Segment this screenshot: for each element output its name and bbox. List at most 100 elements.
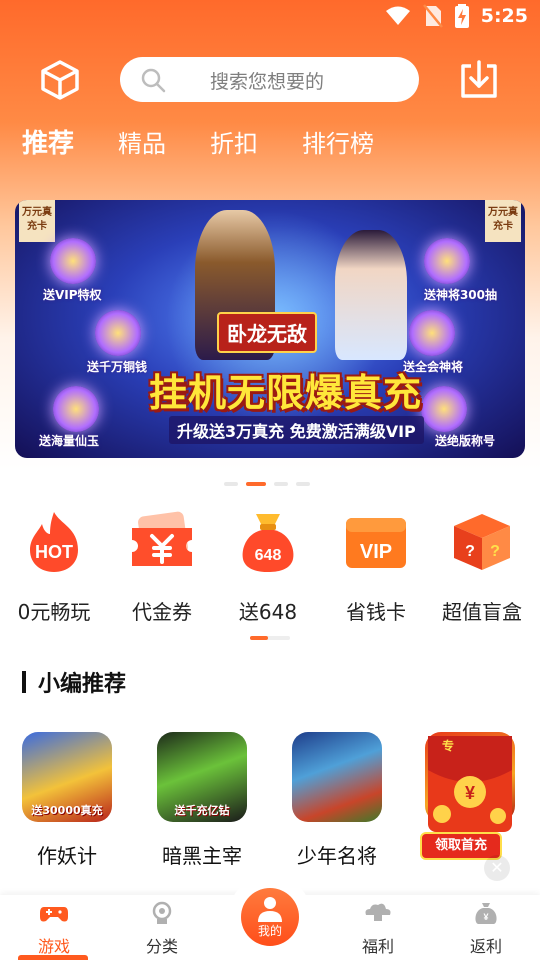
vip-card-icon: VIP bbox=[344, 510, 408, 574]
hero-badge-icon bbox=[409, 310, 455, 356]
svg-text:648: 648 bbox=[255, 547, 282, 564]
battery-charging-icon bbox=[454, 4, 469, 28]
scroll-indicator-thumb bbox=[250, 636, 268, 640]
banner-logo: 卧龙无敌 bbox=[217, 312, 317, 353]
red-envelope-icon: ¥ 专 bbox=[428, 736, 512, 832]
quick-entry-saving-card[interactable]: VIP 省钱卡 bbox=[326, 510, 426, 625]
nav-item-welfare[interactable]: 福利 bbox=[338, 901, 418, 957]
pager-dot-active[interactable] bbox=[246, 482, 266, 486]
svg-text:¥: ¥ bbox=[465, 783, 475, 803]
section-title-bar bbox=[22, 671, 26, 693]
quick-entry-label: 0元畅玩 bbox=[17, 600, 91, 624]
quick-entry-row: HOT 0元畅玩 代金券 648 送648 VIP 省钱卡 ? ? 超值盲盒 bbox=[0, 510, 540, 624]
banner-corner-tag-right: 万元真充卡 bbox=[485, 200, 521, 242]
svg-text:¥: ¥ bbox=[483, 912, 488, 922]
search-placeholder: 搜索您想要的 bbox=[210, 71, 325, 93]
banner-left-label-1: 送VIP特权 bbox=[43, 288, 102, 302]
nav-item-mine[interactable]: 我的 bbox=[228, 875, 312, 959]
first-charge-float-ad[interactable]: ¥ 专 领取首充 bbox=[412, 730, 522, 860]
bottom-navigation: 游戏 分类 我的 福利 ¥ 返利 bbox=[0, 875, 540, 960]
banner-main-title: 挂机无限爆真充 bbox=[149, 371, 423, 415]
game-thumbnail-caption: 送30000真充 bbox=[31, 804, 103, 817]
status-icons: 5:25 bbox=[385, 4, 528, 28]
tab-discount[interactable]: 折扣 bbox=[210, 126, 258, 162]
game-thumbnail: 送30000真充 bbox=[22, 732, 112, 822]
banner-right-label-3: 送绝版称号 bbox=[434, 434, 495, 448]
mine-button-circle: 我的 bbox=[241, 888, 299, 946]
nav-label: 游戏 bbox=[37, 937, 70, 956]
svg-text:VIP: VIP bbox=[360, 541, 392, 563]
game-name: 少年名将 bbox=[297, 844, 377, 868]
game-card[interactable]: 少年名将 bbox=[277, 732, 397, 869]
nav-item-rebate[interactable]: ¥ 返利 bbox=[446, 901, 526, 957]
download-manager-button[interactable] bbox=[457, 58, 501, 102]
nav-label: 分类 bbox=[145, 937, 178, 956]
general-badge-icon bbox=[424, 238, 470, 284]
hot-flame-icon: HOT bbox=[22, 510, 86, 574]
promo-banner[interactable]: 万元真充卡 万元真充卡 送VIP特权 送千万铜钱 送海量仙玉 送神将300抽 送… bbox=[15, 200, 525, 458]
quick-entry-coupon[interactable]: 代金券 bbox=[112, 510, 212, 625]
quick-entry-label: 代金券 bbox=[132, 600, 192, 624]
game-name: 暗黑主宰 bbox=[162, 844, 242, 868]
tab-recommend[interactable]: 推荐 bbox=[22, 126, 74, 162]
search-icon bbox=[141, 68, 166, 93]
game-thumbnail-caption: 送千充亿钻 bbox=[174, 804, 230, 817]
pager-dot[interactable] bbox=[224, 482, 238, 486]
pager-dot[interactable] bbox=[296, 482, 310, 486]
active-tab-accent bbox=[18, 955, 88, 960]
nav-label: 我的 bbox=[257, 924, 282, 938]
quick-entry-label: 送648 bbox=[238, 600, 298, 624]
coupon-icon bbox=[130, 510, 194, 574]
tab-ranking[interactable]: 排行榜 bbox=[302, 126, 374, 162]
no-sim-icon bbox=[422, 4, 443, 28]
quick-entry-label: 超值盲盒 bbox=[442, 600, 522, 624]
coin-badge-icon bbox=[95, 310, 141, 356]
banner-pager bbox=[224, 482, 310, 486]
jade-badge-icon bbox=[53, 386, 99, 432]
cube-icon bbox=[41, 60, 79, 100]
user-icon bbox=[258, 897, 282, 922]
nav-label: 返利 bbox=[469, 937, 502, 956]
quick-entry-free-play[interactable]: HOT 0元畅玩 bbox=[4, 510, 104, 625]
banner-left-label-2: 送千万铜钱 bbox=[87, 360, 148, 374]
banner-corner-tag-left: 万元真充卡 bbox=[19, 200, 55, 242]
mystery-box-icon: ? ? bbox=[450, 510, 514, 574]
category-icon bbox=[152, 901, 172, 924]
status-bar: 5:25 bbox=[0, 0, 540, 36]
svg-text:?: ? bbox=[490, 543, 500, 560]
game-thumbnail: 送千充亿钻 bbox=[157, 732, 247, 822]
game-thumbnail bbox=[292, 732, 382, 822]
top-tabs: 推荐 精品 折扣 排行榜 bbox=[22, 126, 418, 162]
svg-text:?: ? bbox=[465, 543, 475, 560]
title-badge-icon bbox=[421, 386, 467, 432]
banner-subtitle: 升级送3万真充 免费激活满级VIP bbox=[169, 416, 424, 444]
banner-right-label-1: 送神将300抽 bbox=[423, 288, 497, 302]
search-input[interactable]: 搜索您想要的 bbox=[120, 57, 419, 102]
nav-label: 福利 bbox=[361, 937, 394, 956]
svg-text:专: 专 bbox=[442, 738, 454, 753]
game-card[interactable]: 送千充亿钻 暗黑主宰 bbox=[142, 732, 262, 869]
quick-entry-648[interactable]: 648 送648 bbox=[218, 510, 318, 625]
section-header: 小编推荐 bbox=[22, 666, 126, 698]
tab-premium[interactable]: 精品 bbox=[118, 126, 166, 162]
quick-entry-scroll-indicator bbox=[250, 636, 290, 640]
money-bag-nav-icon: ¥ bbox=[475, 903, 497, 924]
download-icon bbox=[461, 60, 497, 98]
nav-item-games[interactable]: 游戏 bbox=[14, 901, 94, 957]
banner-left-label-3: 送海量仙玉 bbox=[39, 434, 100, 448]
svg-text:HOT: HOT bbox=[35, 542, 73, 562]
nav-item-categories[interactable]: 分类 bbox=[122, 901, 202, 957]
gift-cloud-icon bbox=[365, 903, 391, 921]
game-card[interactable]: 送30000真充 作妖计 bbox=[7, 732, 127, 869]
close-ad-button[interactable]: ✕ bbox=[484, 855, 510, 881]
quick-entry-mystery-box[interactable]: ? ? 超值盲盒 bbox=[432, 510, 532, 625]
money-bag-icon: 648 bbox=[236, 510, 300, 574]
quick-entry-label: 省钱卡 bbox=[346, 600, 406, 624]
game-name: 作妖计 bbox=[37, 844, 97, 868]
gamepad-icon bbox=[40, 907, 68, 922]
wifi-icon bbox=[385, 6, 410, 25]
pager-dot[interactable] bbox=[274, 482, 288, 486]
vip-badge-icon bbox=[50, 238, 96, 284]
close-icon: ✕ bbox=[490, 858, 504, 877]
game-box-button[interactable] bbox=[38, 58, 82, 102]
